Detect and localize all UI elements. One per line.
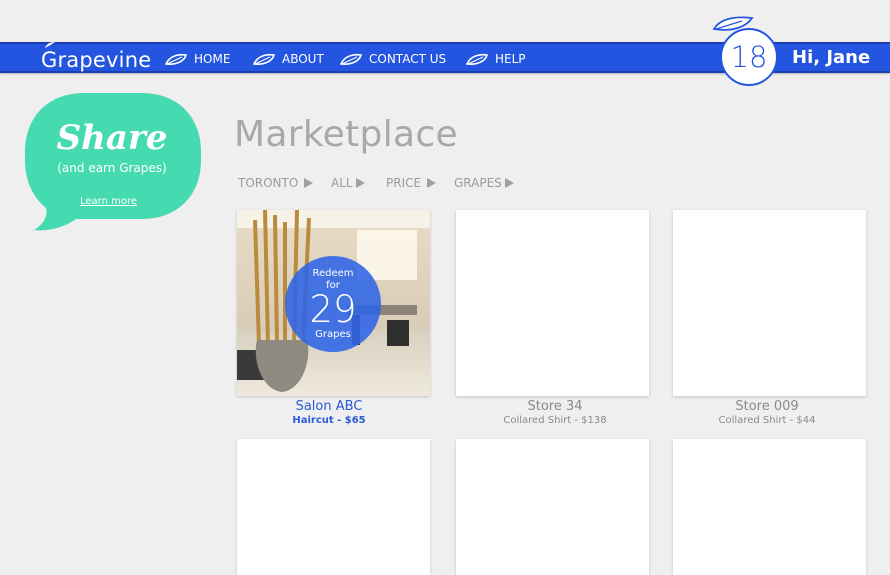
card-title-store-009[interactable]: Store 009 bbox=[647, 399, 887, 415]
leaf-icon bbox=[465, 53, 489, 65]
nav-help[interactable]: HELP bbox=[465, 52, 526, 66]
triangle-right-icon bbox=[427, 178, 437, 188]
nav-home[interactable]: HOME bbox=[164, 52, 230, 66]
triangle-right-icon bbox=[355, 178, 365, 188]
product-card-placeholder[interactable] bbox=[673, 439, 866, 575]
triangle-right-icon bbox=[304, 178, 314, 188]
leaf-icon bbox=[252, 53, 276, 65]
card-subtitle-store-34: Collared Shirt - $138 bbox=[503, 415, 607, 426]
leaf-icon bbox=[339, 53, 363, 65]
brand-logo[interactable]: Grapevine bbox=[41, 49, 151, 71]
leaf-icon bbox=[164, 53, 188, 65]
filter-location[interactable]: TORONTO bbox=[238, 176, 314, 190]
product-card-salon[interactable]: Redeem for 29 Grapes bbox=[237, 210, 430, 396]
grape-count: 18 bbox=[720, 28, 778, 86]
nav-help-label: HELP bbox=[495, 52, 526, 66]
redeem-badge: Redeem for 29 Grapes bbox=[285, 256, 381, 352]
redeem-value: 29 bbox=[309, 288, 357, 331]
nav-about[interactable]: ABOUT bbox=[252, 52, 324, 66]
filter-grapes[interactable]: GRAPES bbox=[454, 176, 514, 190]
grape-count-badge[interactable]: 18 bbox=[712, 15, 778, 91]
card-subtitle-salon: Haircut - $65 bbox=[292, 415, 366, 426]
redeem-label: Redeem bbox=[312, 268, 354, 279]
product-card-store-34[interactable] bbox=[456, 210, 649, 396]
filter-category[interactable]: ALL bbox=[331, 176, 365, 190]
filter-price-label: PRICE bbox=[386, 176, 422, 190]
share-title: Share bbox=[56, 118, 168, 158]
share-subtitle: (and earn Grapes) bbox=[57, 161, 167, 175]
card-title-salon[interactable]: Salon ABC bbox=[209, 399, 449, 415]
page-title: Marketplace bbox=[234, 114, 458, 155]
card-title-store-34[interactable]: Store 34 bbox=[435, 399, 675, 415]
filter-price[interactable]: PRICE bbox=[386, 176, 437, 190]
nav-about-label: ABOUT bbox=[282, 52, 324, 66]
nav-home-label: HOME bbox=[194, 52, 231, 66]
card-subtitle-store-009: Collared Shirt - $44 bbox=[718, 415, 816, 426]
product-card-placeholder[interactable] bbox=[237, 439, 430, 575]
triangle-right-icon bbox=[504, 178, 514, 188]
filter-location-label: TORONTO bbox=[238, 176, 299, 190]
nav-contact-us[interactable]: CONTACT US bbox=[339, 52, 446, 66]
product-card-store-009[interactable] bbox=[673, 210, 866, 396]
user-greeting[interactable]: Hi, Jane bbox=[792, 48, 870, 68]
nav-contact-label: CONTACT US bbox=[369, 52, 447, 66]
filter-grapes-label: GRAPES bbox=[454, 176, 502, 190]
product-card-placeholder[interactable] bbox=[456, 439, 649, 575]
filter-category-label: ALL bbox=[331, 176, 353, 190]
learn-more-link[interactable]: Learn more bbox=[80, 196, 137, 208]
redeem-unit: Grapes bbox=[315, 329, 351, 340]
